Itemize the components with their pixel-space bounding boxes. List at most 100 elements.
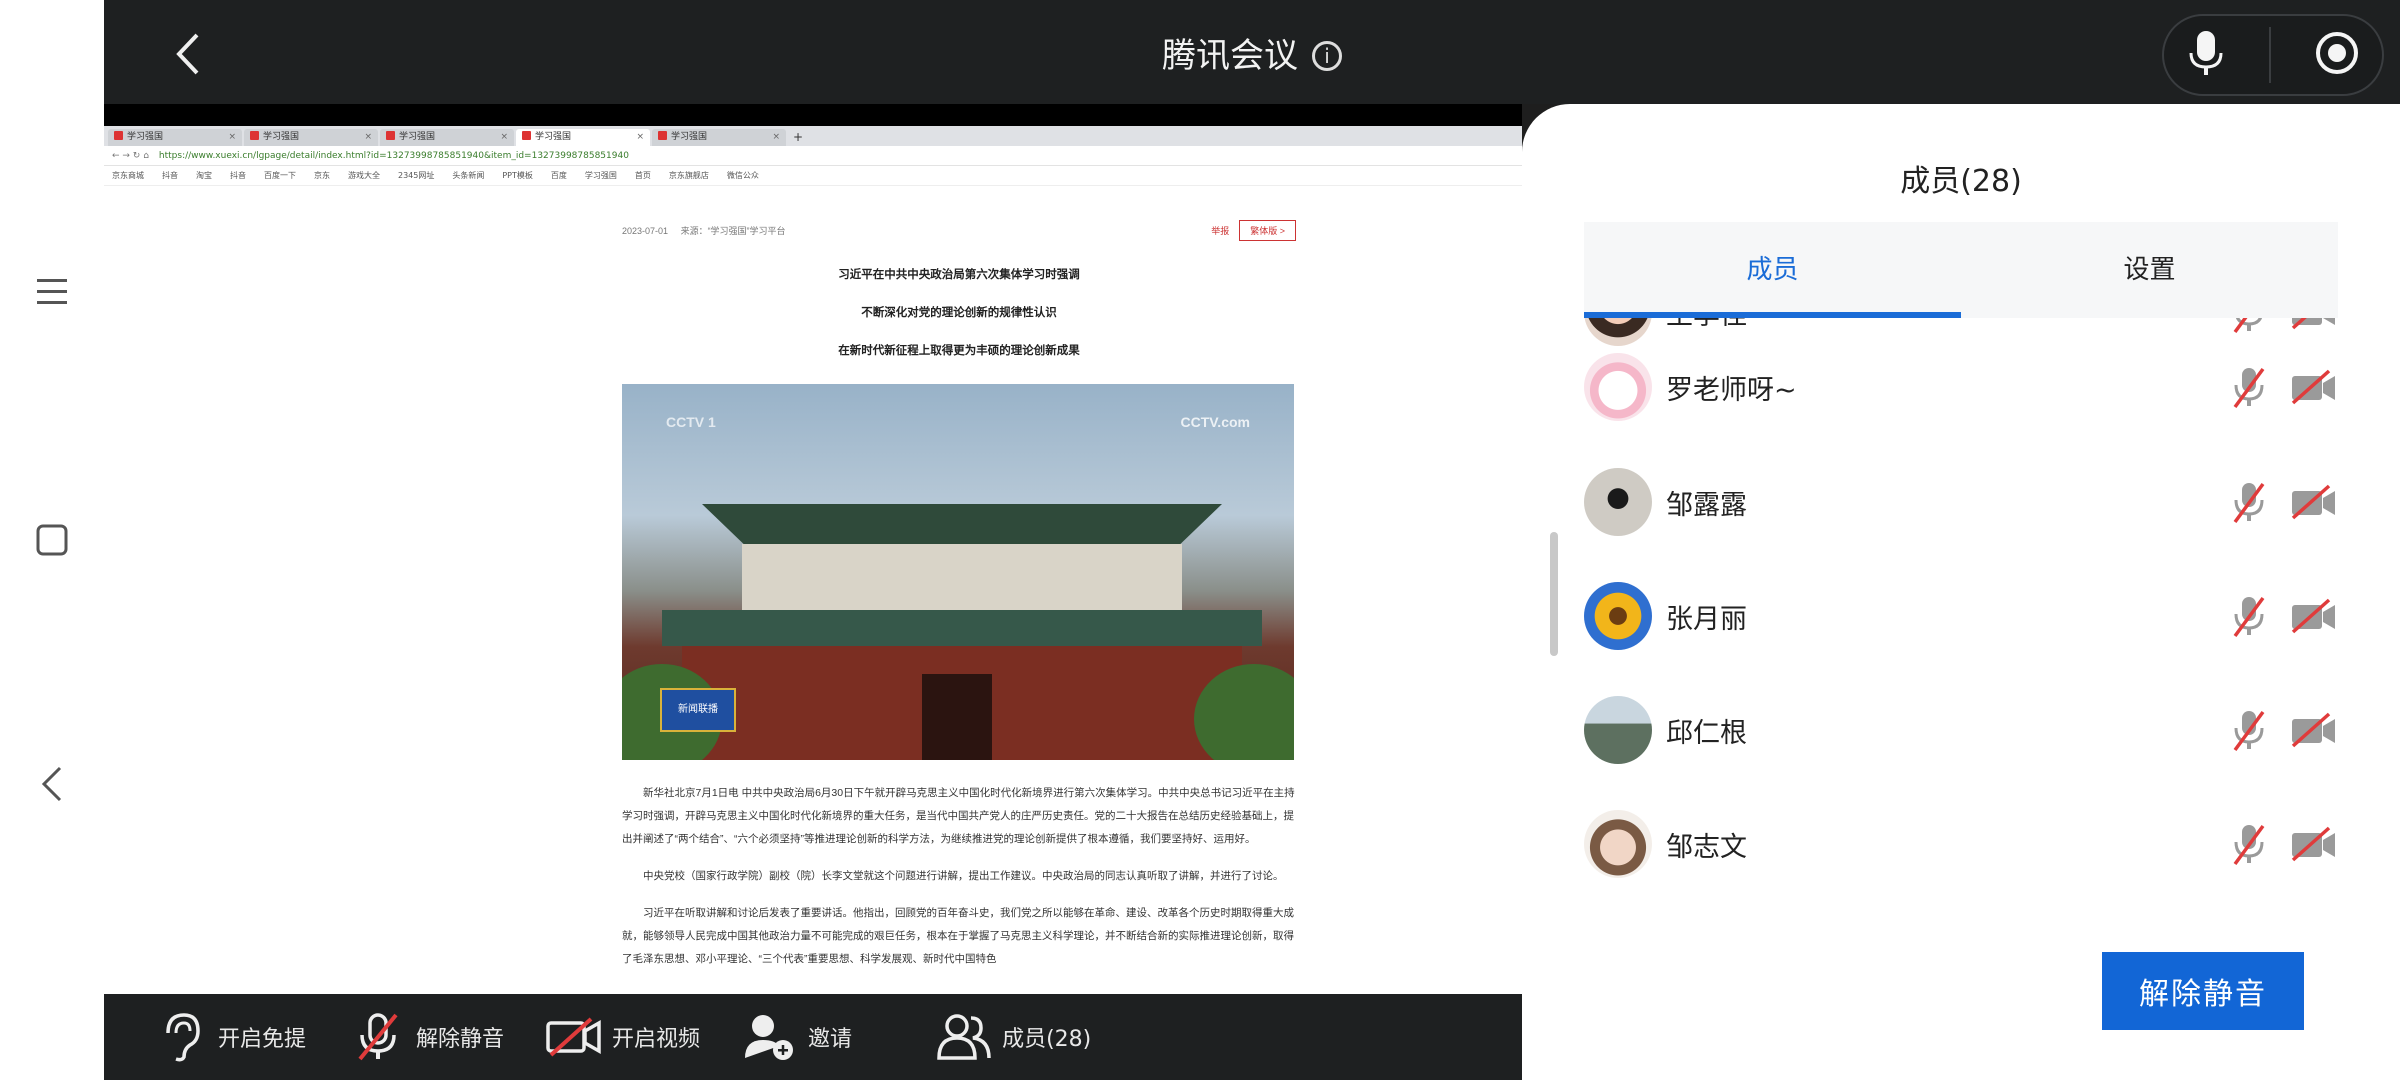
bookmark-item[interactable]: 淘宝 <box>196 170 212 181</box>
menu-icon[interactable] <box>24 264 80 320</box>
bookmark-item[interactable]: 游戏大全 <box>348 170 380 181</box>
invite-button[interactable]: 邀请 <box>740 994 852 1080</box>
tab-settings[interactable]: 设置 <box>1961 222 2338 318</box>
record-icon[interactable] <box>2314 30 2360 80</box>
tab-favicon-icon <box>658 131 667 140</box>
language-button[interactable]: 繁体版 > <box>1239 219 1296 241</box>
browser-tab[interactable]: 学习强国 × <box>380 129 514 146</box>
camera-off-icon[interactable] <box>2288 819 2338 869</box>
browser-tab[interactable]: 学习强国 × <box>652 129 786 146</box>
video-button[interactable]: 开启视频 <box>544 994 700 1080</box>
bookmark-item[interactable]: 京东商城 <box>112 170 144 181</box>
news-logo: 新闻联播 <box>660 688 736 732</box>
scrollbar[interactable] <box>1550 532 1558 656</box>
close-icon[interactable]: × <box>772 129 780 146</box>
member-row[interactable]: 邹志文 <box>1584 809 2338 879</box>
top-bar: 腾讯会议 i <box>104 0 2400 104</box>
bookmark-item[interactable]: PPT模板 <box>502 170 533 181</box>
mic-muted-icon[interactable] <box>2224 705 2274 755</box>
bookmark-item[interactable]: 头条新闻 <box>452 170 484 181</box>
mic-off-icon <box>348 1007 408 1067</box>
report-link[interactable]: 举报 <box>1211 224 1229 237</box>
bookmark-item[interactable]: 京东 <box>314 170 330 181</box>
article-source: 来源：“学习强国”学习平台 <box>680 225 786 236</box>
close-icon[interactable]: × <box>636 129 644 146</box>
building-door <box>922 674 992 760</box>
tab-favicon-icon <box>522 131 531 140</box>
tab-label: 学习强国 <box>127 132 164 142</box>
bookmark-item[interactable]: 2345网址 <box>398 170 434 181</box>
article-paragraph: 习近平在听取讲解和讨论后发表了重要讲话。他指出，回顾党的百年奋斗史，我们党之所以… <box>622 907 1294 965</box>
tab-favicon-icon <box>250 131 259 140</box>
members-panel: 成员(28) 成员 设置 王李佳 罗老师呀~ 邹露露 张月丽 邱仁根 邹志文 解… <box>1522 104 2400 1080</box>
tab-label: 学习强国 <box>535 132 572 142</box>
browser-tab-active[interactable]: 学习强国 × <box>516 129 650 146</box>
avatar <box>1584 468 1652 536</box>
mic-muted-icon[interactable] <box>2224 362 2274 412</box>
article-meta: 2023-07-01 来源：“学习强国”学习平台 举报 繁体版 > <box>622 218 1296 242</box>
info-icon[interactable]: i <box>1312 41 1342 71</box>
address-bar[interactable]: ← → ↻ ⌂ https://www.xuexi.cn/lgpage/deta… <box>104 146 1522 166</box>
tab-members[interactable]: 成员 <box>1584 222 1961 318</box>
bookmark-item[interactable]: 抖音 <box>230 170 246 181</box>
bookmark-item[interactable]: 百度 <box>551 170 567 181</box>
photo-watermark-left: CCTV 1 <box>666 414 716 430</box>
unmute-label: 解除静音 <box>416 1027 505 1052</box>
video-label: 开启视频 <box>612 1027 701 1052</box>
close-icon[interactable]: × <box>364 129 372 146</box>
member-row[interactable]: 邹露露 <box>1584 467 2338 537</box>
article-paragraph: 新华社北京7月1日电 中共中央政治局6月30日下午就开辟马克思主义中国化时代化新… <box>622 787 1295 845</box>
tab-underline <box>1584 312 1961 318</box>
article: 2023-07-01 来源：“学习强国”学习平台 举报 繁体版 > 习近平在中共… <box>622 218 1296 985</box>
camera-off-icon[interactable] <box>2288 362 2338 412</box>
unmute-toolbar-button[interactable]: 解除静音 <box>348 994 504 1080</box>
avatar <box>1584 696 1652 764</box>
bookmark-item[interactable]: 百度一下 <box>264 170 296 181</box>
unmute-all-button[interactable]: 解除静音 <box>2102 952 2304 1030</box>
panel-tabs: 成员 设置 <box>1584 222 2338 318</box>
meeting-title: 腾讯会议 i <box>104 28 2400 77</box>
browser-tab[interactable]: 学习强国 × <box>108 129 242 146</box>
mic-muted-icon[interactable] <box>2224 819 2274 869</box>
browser-window: 学习强国 × 学习强国 × 学习强国 × 学习强国 × 学习强国 × + ← → ↻ ⌂ … <box>104 126 1522 994</box>
back-arrow-icon[interactable] <box>24 756 80 812</box>
camera-off-icon[interactable] <box>2288 591 2338 641</box>
bottom-toolbar: 开启免提 解除静音 开启视频 邀请 成员(28) <box>104 994 1522 1080</box>
nav-arrows-icon[interactable]: ← → ↻ ⌂ <box>112 151 149 161</box>
camera-off-icon[interactable] <box>2288 705 2338 755</box>
article-date: 2023-07-01 <box>622 225 669 236</box>
bookmark-item[interactable]: 微信公众 <box>727 170 759 181</box>
headline-line: 在新时代新征程上取得更为丰硕的理论创新成果 <box>838 345 1080 357</box>
member-name: 张月丽 <box>1666 603 1747 635</box>
square-icon[interactable] <box>24 512 80 568</box>
headline-line: 习近平在中共中央政治局第六次集体学习时强调 <box>838 269 1080 281</box>
mic-muted-icon[interactable] <box>2224 591 2274 641</box>
avatar <box>1584 353 1652 421</box>
member-row[interactable]: 罗老师呀~ <box>1584 352 2338 422</box>
add-user-icon <box>740 1007 800 1067</box>
close-icon[interactable]: × <box>500 129 508 146</box>
member-name: 罗老师呀~ <box>1666 374 1797 406</box>
bookmark-item[interactable]: 抖音 <box>162 170 178 181</box>
tab-settings-label: 设置 <box>2123 255 2176 285</box>
bookmark-item[interactable]: 京东旗舰店 <box>669 170 709 181</box>
members-button[interactable]: 成员(28) <box>934 994 1091 1080</box>
member-row[interactable]: 张月丽 <box>1584 581 2338 651</box>
new-tab-icon[interactable]: + <box>788 129 808 146</box>
close-icon[interactable]: × <box>228 129 236 146</box>
speaker-button[interactable]: 开启免提 <box>150 994 306 1080</box>
member-row[interactable]: 邱仁根 <box>1584 695 2338 765</box>
bookmark-item[interactable]: 首页 <box>635 170 651 181</box>
bookmark-item[interactable]: 学习强国 <box>585 170 617 181</box>
browser-tab[interactable]: 学习强国 × <box>244 129 378 146</box>
article-paragraph: 中央党校（国家行政学院）副校（院）长李文堂就这个问题进行讲解，提出工作建议。中央… <box>643 870 1284 882</box>
url-text[interactable]: https://www.xuexi.cn/lgpage/detail/index… <box>159 151 629 161</box>
article-headline: 习近平在中共中央政治局第六次集体学习时强调 不断深化对党的理论创新的规律性认识 … <box>622 256 1296 370</box>
system-nav-bar <box>0 0 104 1080</box>
invite-label: 邀请 <box>808 1027 853 1052</box>
mic-muted-icon[interactable] <box>2224 477 2274 527</box>
tab-label: 学习强国 <box>263 132 300 142</box>
mic-icon[interactable] <box>2186 29 2226 81</box>
camera-off-icon[interactable] <box>2288 477 2338 527</box>
ear-icon <box>150 1007 210 1067</box>
